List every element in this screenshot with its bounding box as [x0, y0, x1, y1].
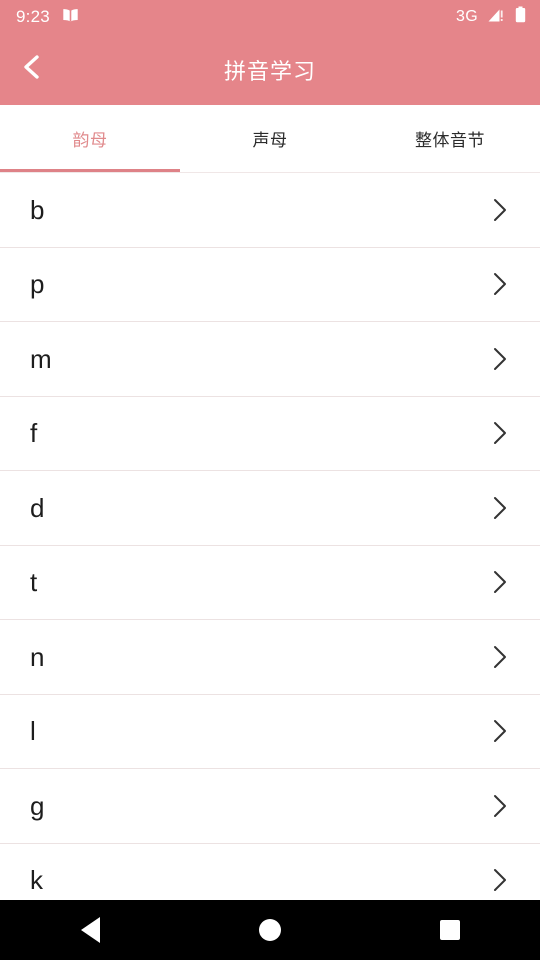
- list-item-label: n: [30, 641, 45, 672]
- square-recents-icon: [440, 920, 460, 940]
- book-icon: [62, 8, 79, 27]
- tab-label: 整体音节: [415, 131, 485, 150]
- status-bar: 9:23 3G: [0, 0, 540, 34]
- list-item[interactable]: p: [0, 247, 540, 322]
- chevron-right-icon: [490, 269, 510, 299]
- triangle-back-icon: [80, 917, 100, 943]
- chevron-right-icon: [490, 865, 510, 895]
- tab-zhengtiyinjie[interactable]: 整体音节: [360, 105, 540, 172]
- list-item[interactable]: l: [0, 694, 540, 769]
- list-item-label: k: [30, 865, 43, 896]
- list-item[interactable]: n: [0, 620, 540, 695]
- app-header: 拼音学习: [0, 34, 540, 105]
- chevron-right-icon: [490, 418, 510, 448]
- list-item-label: l: [30, 716, 36, 747]
- android-nav-bar: [0, 900, 540, 960]
- list-item-label: p: [30, 269, 45, 300]
- signal-warning-icon: [487, 7, 506, 28]
- pinyin-list: b p m f d t n l g k: [0, 173, 540, 900]
- status-bar-left: 9:23: [16, 7, 79, 27]
- chevron-right-icon: [490, 195, 510, 225]
- nav-home-button[interactable]: [222, 900, 318, 960]
- circle-home-icon: [259, 919, 281, 941]
- app-root: 9:23 3G 拼音学习 韵母 声母 整体音节 b p m f d t n l …: [0, 0, 540, 960]
- tab-shengmu[interactable]: 声母: [180, 105, 360, 172]
- list-item-label: m: [30, 343, 52, 374]
- list-item[interactable]: m: [0, 322, 540, 397]
- chevron-right-icon: [490, 642, 510, 672]
- list-item[interactable]: g: [0, 769, 540, 844]
- pinyin-list-viewport[interactable]: b p m f d t n l g k: [0, 173, 540, 900]
- list-item[interactable]: b: [0, 173, 540, 248]
- nav-back-button[interactable]: [42, 900, 138, 960]
- nav-recents-button[interactable]: [402, 900, 498, 960]
- list-item[interactable]: f: [0, 396, 540, 471]
- list-item[interactable]: k: [0, 843, 540, 900]
- tab-label: 韵母: [72, 131, 108, 150]
- list-item[interactable]: d: [0, 471, 540, 546]
- chevron-right-icon: [490, 567, 510, 597]
- tab-label: 声母: [252, 131, 288, 150]
- list-item-label: b: [30, 194, 45, 225]
- network-type-label: 3G: [456, 8, 478, 25]
- list-item[interactable]: t: [0, 545, 540, 620]
- back-button[interactable]: [0, 34, 62, 105]
- tab-yunmu[interactable]: 韵母: [0, 105, 180, 172]
- tab-bar: 韵母 声母 整体音节: [0, 105, 540, 173]
- status-bar-clock: 9:23: [16, 7, 50, 26]
- list-item-label: d: [30, 492, 45, 523]
- chevron-right-icon: [490, 344, 510, 374]
- page-title: 拼音学习: [223, 58, 316, 84]
- battery-icon: [515, 6, 526, 28]
- chevron-right-icon: [490, 791, 510, 821]
- list-item-label: t: [30, 567, 38, 598]
- chevron-right-icon: [490, 493, 510, 523]
- chevron-left-icon: [18, 52, 44, 87]
- list-item-label: g: [30, 790, 45, 821]
- list-item-label: f: [30, 418, 38, 449]
- chevron-right-icon: [490, 716, 510, 746]
- status-bar-right: 3G: [456, 6, 526, 28]
